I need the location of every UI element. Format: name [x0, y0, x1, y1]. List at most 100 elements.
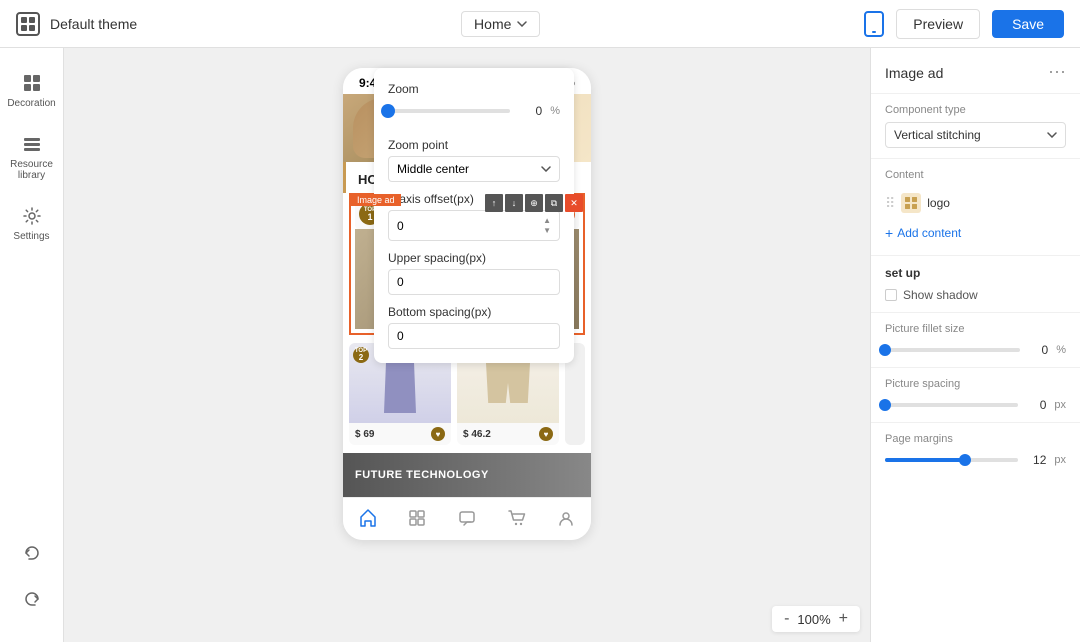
setup-title: set up: [885, 266, 1066, 280]
content-logo-item: ⠿ logo: [885, 189, 1066, 217]
picture-spacing-value: 0: [1026, 398, 1046, 412]
page-margins-row: 12 px: [885, 453, 1066, 467]
bottom-spacing-input[interactable]: 0: [388, 323, 560, 349]
product-price-2: $ 46.2: [463, 429, 491, 440]
nav-home[interactable]: [354, 506, 382, 530]
preview-button[interactable]: Preview: [896, 9, 980, 39]
save-button[interactable]: Save: [992, 10, 1064, 38]
zoom-point-label: Zoom point: [388, 138, 560, 152]
page-margins-section: Page margins 12 px: [871, 423, 1080, 477]
mobile-view-icon[interactable]: [864, 11, 884, 37]
zoom-slider[interactable]: [388, 109, 510, 113]
upper-spacing-input[interactable]: 0: [388, 269, 560, 295]
nav-grid[interactable]: [403, 506, 431, 530]
show-shadow-checkbox[interactable]: [885, 289, 897, 301]
show-shadow-row: Show shadow: [885, 288, 1066, 302]
toolbar-down[interactable]: ↓: [505, 194, 523, 212]
nav-cart[interactable]: [503, 506, 531, 530]
logo-preview: [901, 193, 921, 213]
upper-spacing-value: 0: [397, 275, 404, 289]
toolbar-up[interactable]: ↑: [485, 194, 503, 212]
component-type-dropdown[interactable]: Vertical stitching: [885, 122, 1066, 148]
add-content-button[interactable]: + Add content: [885, 221, 1066, 245]
settings-icon: [21, 205, 43, 227]
settings-label: Settings: [13, 231, 49, 242]
page-margins-slider[interactable]: [885, 458, 1018, 462]
show-shadow-label: Show shadow: [903, 288, 978, 302]
zoom-pct: %: [550, 105, 560, 117]
page-margins-label: Page margins: [885, 433, 1066, 445]
fav-icon-1[interactable]: ♥: [431, 427, 445, 441]
topbar-center: Home: [461, 11, 540, 37]
logo-label: logo: [927, 196, 950, 210]
canvas-area: 9:41 Click: [64, 48, 870, 642]
toolbar-move[interactable]: ⊕: [525, 194, 543, 212]
component-type-section: Component type Vertical stitching: [871, 94, 1080, 159]
picture-spacing-row: 0 px: [885, 398, 1066, 412]
undo-icon: [21, 542, 43, 564]
toolbar-delete[interactable]: ✕: [565, 194, 583, 212]
product-price-row-1: $ 69 ♥: [349, 423, 451, 445]
undo-button[interactable]: [4, 534, 60, 572]
x-offset-input[interactable]: 0 ▲ ▼: [388, 210, 560, 241]
x-offset-up[interactable]: ▲: [543, 216, 551, 225]
sidebar-item-settings[interactable]: Settings: [4, 197, 60, 250]
decoration-icon: [21, 72, 43, 94]
future-section: FUTURE TECHNOLOGY: [343, 453, 591, 497]
zoom-level: 100%: [797, 612, 830, 627]
picture-spacing-unit: px: [1054, 399, 1066, 411]
picture-fillet-unit: %: [1056, 344, 1066, 356]
picture-fillet-label: Picture fillet size: [885, 323, 1066, 335]
app-logo[interactable]: [16, 12, 40, 36]
nav-dropdown[interactable]: Home: [461, 11, 540, 37]
product-price-1: $ 69: [355, 429, 374, 440]
zoom-label: Zoom: [388, 82, 560, 96]
picture-spacing-knob[interactable]: [879, 399, 891, 411]
x-offset-down[interactable]: ▼: [543, 226, 551, 235]
nav-dropdown-label: Home: [474, 16, 511, 32]
topbar: Default theme Home Preview Save: [0, 0, 1080, 48]
sidebar-bottom: [4, 534, 60, 626]
toolbar-copy[interactable]: ⧉: [545, 194, 563, 212]
phone-nav: [343, 497, 591, 540]
fav-icon-2[interactable]: ♥: [539, 427, 553, 441]
redo-button[interactable]: [4, 580, 60, 618]
bottom-spacing-label: Bottom spacing(px): [388, 305, 560, 319]
sidebar-item-resource[interactable]: Resource library: [4, 125, 60, 189]
page-margins-knob[interactable]: [959, 454, 971, 466]
zoom-point-dropdown[interactable]: Middle center: [388, 156, 560, 182]
zoom-point-value: Middle center: [397, 162, 469, 176]
nav-chat[interactable]: [453, 506, 481, 530]
content-section: Content ⠿ logo + Add content: [871, 159, 1080, 256]
resource-label: Resource library: [10, 159, 53, 181]
nav-profile[interactable]: [552, 506, 580, 530]
bottom-spacing-value: 0: [397, 329, 404, 343]
right-panel-header: Image ad ⋯: [871, 48, 1080, 94]
image-ad-toolbar: ↑ ↓ ⊕ ⧉ ✕: [485, 194, 583, 212]
picture-fillet-slider[interactable]: [885, 348, 1020, 352]
redo-icon: [21, 588, 43, 610]
picture-spacing-slider[interactable]: [885, 403, 1018, 407]
zoom-value: 0: [518, 104, 542, 118]
right-panel: Image ad ⋯ Component type Vertical stitc…: [870, 48, 1080, 642]
x-offset-value: 0: [397, 219, 404, 233]
product-rank-1: TOP2: [353, 347, 369, 363]
zoom-plus-btn[interactable]: +: [839, 610, 848, 628]
x-offset-stepper[interactable]: ▲ ▼: [543, 216, 551, 235]
setup-section: set up Show shadow: [871, 256, 1080, 313]
resource-icon: [21, 133, 43, 155]
drag-handle[interactable]: ⠿: [885, 195, 895, 212]
more-options-btn[interactable]: ⋯: [1048, 62, 1066, 83]
picture-fillet-knob[interactable]: [879, 344, 891, 356]
decoration-label: Decoration: [7, 98, 55, 109]
sidebar-item-decoration[interactable]: Decoration: [4, 64, 60, 117]
future-title: FUTURE TECHNOLOGY: [355, 469, 489, 481]
zoom-minus-btn[interactable]: -: [784, 610, 789, 628]
zoom-panel: Zoom 0 % Zoom point Middle center X axis…: [374, 68, 574, 363]
picture-spacing-section: Picture spacing 0 px: [871, 368, 1080, 423]
app-title: Default theme: [50, 16, 137, 32]
main-area: Decoration Resource library Settings: [0, 48, 1080, 642]
picture-fillet-value: 0: [1028, 343, 1048, 357]
product-price-row-2: $ 46.2 ♥: [457, 423, 559, 445]
right-panel-title: Image ad: [885, 65, 943, 81]
